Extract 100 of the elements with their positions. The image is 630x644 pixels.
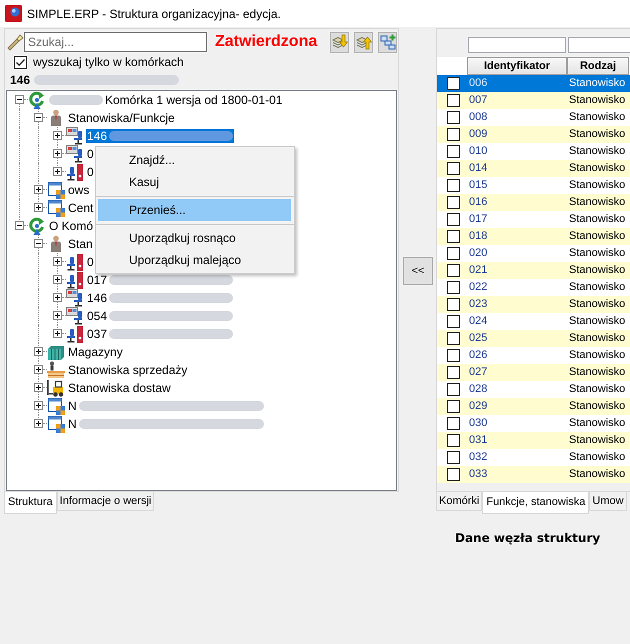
table-row[interactable]: 009 Stanowisko: [437, 126, 630, 143]
tree-item[interactable]: 0: [86, 255, 95, 269]
tab[interactable]: Umow: [589, 492, 627, 511]
table-cell-text: Stanowisko: [568, 280, 626, 296]
tree-item[interactable]: Stan: [67, 237, 94, 251]
checkbox[interactable]: [447, 315, 460, 328]
expand-icon[interactable]: [53, 149, 62, 158]
checkbox[interactable]: [447, 451, 460, 464]
tree-item[interactable]: N: [67, 417, 265, 431]
toolbar-button[interactable]: [354, 32, 373, 52]
table-row[interactable]: 031 Stanowisko: [437, 432, 630, 449]
expand-icon[interactable]: [34, 365, 43, 374]
collapse-icon[interactable]: [34, 113, 43, 122]
tree-item[interactable]: Komórka 1 wersja od 1800-01-01: [48, 93, 284, 107]
column-header[interactable]: Rodzaj: [567, 57, 629, 75]
tree-item[interactable]: 0: [86, 147, 95, 161]
tree-item[interactable]: 146: [86, 291, 234, 305]
tree-item[interactable]: 017: [86, 273, 234, 287]
tree-item[interactable]: Cent: [67, 201, 94, 215]
tree-item[interactable]: O Komó: [48, 219, 94, 233]
checkbox[interactable]: [447, 230, 460, 243]
table-cell-text: 010: [468, 144, 488, 160]
tab[interactable]: Komórki: [436, 492, 482, 511]
expand-icon[interactable]: [53, 275, 62, 284]
table-row[interactable]: 033 Stanowisko: [437, 466, 630, 483]
tree-item[interactable]: 054: [86, 309, 234, 323]
tree-item[interactable]: ows: [67, 183, 90, 197]
tree-item[interactable]: Magazyny: [67, 345, 124, 359]
expand-icon[interactable]: [34, 401, 43, 410]
current-node-label: 146: [10, 72, 30, 89]
table-row[interactable]: 007 Stanowisko: [437, 92, 630, 109]
tree-item[interactable]: N: [67, 399, 265, 413]
checkbox[interactable]: [447, 366, 460, 379]
checkbox[interactable]: [447, 162, 460, 175]
expand-icon[interactable]: [53, 293, 62, 302]
checkbox[interactable]: [447, 417, 460, 430]
checkbox[interactable]: [447, 247, 460, 260]
checkbox[interactable]: [14, 56, 27, 68]
collapse-icon[interactable]: [15, 95, 24, 104]
expand-icon[interactable]: [53, 329, 62, 338]
checkbox[interactable]: [447, 128, 460, 141]
checkbox[interactable]: [447, 332, 460, 345]
checkbox[interactable]: [447, 468, 460, 481]
menu-item[interactable]: Uporządkuj malejąco: [98, 249, 291, 271]
table-row[interactable]: 006 Stanowisko: [437, 75, 630, 92]
table-row[interactable]: 029 Stanowisko: [437, 398, 630, 415]
table-cell-text: Stanowisko: [568, 93, 626, 108]
checkbox[interactable]: [447, 298, 460, 311]
checkbox[interactable]: [447, 111, 460, 124]
expand-icon[interactable]: [53, 311, 62, 320]
expand-icon[interactable]: [34, 203, 43, 212]
column-header[interactable]: Identyfikator: [467, 57, 567, 75]
expand-icon[interactable]: [53, 131, 62, 140]
checkbox[interactable]: [447, 196, 460, 209]
checkbox[interactable]: [447, 383, 460, 396]
toolbar-button[interactable]: [330, 32, 349, 52]
expand-icon[interactable]: [53, 257, 62, 266]
menu-item[interactable]: Przenieś...: [98, 199, 291, 221]
search-field[interactable]: Szukaj...: [24, 32, 207, 52]
table-row[interactable]: 018 Stanowisko: [437, 228, 630, 245]
tree-item[interactable]: Stanowiska sprzedaży: [67, 363, 188, 377]
checkbox[interactable]: [447, 94, 460, 107]
collapse-icon[interactable]: [34, 239, 43, 248]
tree-item[interactable]: 037: [86, 327, 234, 341]
table-row[interactable]: 027 Stanowisko: [437, 364, 630, 381]
tree-item[interactable]: Stanowiska dostaw: [67, 381, 172, 395]
expand-icon[interactable]: [34, 419, 43, 428]
table-row[interactable]: 021 Stanowisko: [437, 262, 630, 279]
expand-icon[interactable]: [34, 383, 43, 392]
expand-icon[interactable]: [53, 167, 62, 176]
checkbox[interactable]: [447, 349, 460, 362]
checkbox[interactable]: [447, 77, 460, 90]
checkbox[interactable]: [447, 264, 460, 277]
table-row[interactable]: 023 Stanowisko: [437, 296, 630, 313]
tab[interactable]: Informacje o wersji: [56, 492, 154, 511]
toolbar-button[interactable]: [378, 32, 397, 52]
checkbox[interactable]: [447, 179, 460, 192]
checkbox[interactable]: [447, 400, 460, 413]
menu-item[interactable]: Kasuj: [98, 171, 291, 193]
tab[interactable]: Funkcje, stanowiska: [482, 492, 590, 514]
table-row[interactable]: 016 Stanowisko: [437, 194, 630, 211]
table-cell-text: 018: [468, 229, 488, 244]
checkbox[interactable]: [447, 434, 460, 447]
tree-item[interactable]: Stanowiska/Funkcje: [67, 111, 176, 125]
filter-field[interactable]: [468, 37, 566, 53]
menu-item[interactable]: Znajdź...: [98, 149, 291, 171]
checkbox[interactable]: [447, 145, 460, 158]
menu-item[interactable]: Uporządkuj rosnąco: [98, 227, 291, 249]
expand-icon[interactable]: [34, 185, 43, 194]
tree-item[interactable]: 0: [86, 165, 95, 179]
checkbox[interactable]: [447, 213, 460, 226]
tab[interactable]: Struktura: [4, 492, 57, 514]
checkbox[interactable]: [447, 281, 460, 294]
monitor-chair-icon: [66, 289, 84, 307]
expand-icon[interactable]: [34, 347, 43, 356]
tree-item[interactable]: 146: [86, 129, 234, 143]
table-row[interactable]: 025 Stanowisko: [437, 330, 630, 347]
move-left-button[interactable]: <<: [403, 257, 433, 285]
table-row[interactable]: 014 Stanowisko: [437, 160, 630, 177]
collapse-icon[interactable]: [15, 221, 24, 230]
